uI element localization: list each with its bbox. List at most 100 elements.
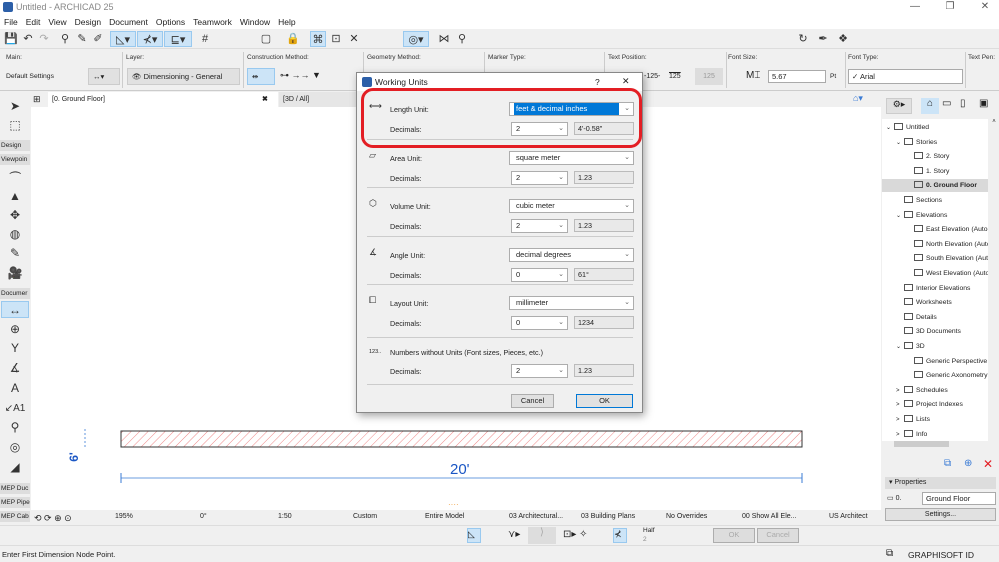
tree-item[interactable]: Sections [882, 194, 988, 207]
label-tool-icon[interactable]: ↙A1 [4, 400, 26, 417]
find-select-icon[interactable]: ⚲ [57, 31, 73, 47]
radial-dimension-icon[interactable]: ⊕ [4, 321, 26, 338]
tree-item[interactable]: Details [882, 311, 988, 324]
tree-item[interactable]: East Elevation (Auto-r [882, 223, 988, 236]
group-design[interactable]: Design [0, 140, 30, 151]
marker-tool-icon[interactable]: ⚲ [4, 419, 26, 436]
properties-header[interactable]: ▾ Properties [885, 477, 996, 489]
cancel-button[interactable]: Cancel [511, 394, 554, 408]
structure-display[interactable]: Custom [353, 513, 377, 520]
pen-icon[interactable]: ✒ [815, 31, 831, 47]
group-mep-pipe[interactable]: MEP Pipe [0, 497, 30, 508]
detail-tool-icon[interactable]: ✎ [4, 245, 26, 262]
menu-document[interactable]: Document [109, 17, 148, 27]
wall-element[interactable] [120, 430, 803, 448]
pick-up-icon[interactable]: ✎ [74, 31, 90, 47]
dialog-close-button[interactable]: ✕ [622, 76, 630, 87]
dimension-tool-icon[interactable]: ⊡ [328, 31, 344, 47]
tree-item[interactable]: 1. Story [882, 165, 988, 178]
side-dimension-text[interactable]: 6' [67, 452, 81, 462]
tree-item[interactable]: ⌄ Elevations [882, 209, 988, 222]
view-map-icon[interactable]: ⌂▾ [853, 93, 863, 104]
numbers-decimals-select[interactable]: 2 ⌄ [511, 364, 568, 378]
chevron-right-icon[interactable]: > [896, 399, 904, 411]
volume-decimals-select[interactable]: 2 ⌄ [511, 219, 568, 233]
undo-icon[interactable]: ↶ [20, 31, 36, 47]
tree-item[interactable]: > Lists [882, 413, 988, 426]
angle-decimals-select[interactable]: 0 ⌄ [511, 267, 568, 282]
snap-guides-icon[interactable]: ⊀▾ [137, 31, 163, 47]
delete-icon[interactable]: ✕ [983, 457, 993, 471]
model-view[interactable]: Entire Model [425, 513, 464, 520]
layout-decimals-select[interactable]: 0 ⌄ [511, 316, 568, 330]
tree-scrollbar[interactable]: ˄ [989, 119, 999, 441]
new-view-icon[interactable]: ⊕ [964, 458, 972, 469]
tree-item[interactable]: South Elevation (Auto [882, 252, 988, 265]
rotation-value[interactable]: 0° [200, 513, 207, 520]
help-button[interactable]: ? [595, 77, 600, 87]
group-document[interactable]: Documer [0, 288, 30, 299]
chevron-down-icon[interactable]: ⌄ [896, 137, 904, 149]
trace-icon[interactable]: ⌘ [310, 31, 326, 47]
clone-folder-icon[interactable]: ⧉ [944, 458, 951, 469]
menu-window[interactable]: Window [240, 17, 270, 27]
guide-lines-icon[interactable]: ◺▾ [110, 31, 136, 47]
view-map-tab-icon[interactable]: ▭ [942, 98, 951, 109]
magic-icon[interactable]: ❖ [835, 31, 851, 47]
elevation-tool-icon[interactable]: ▲ [4, 188, 26, 205]
special-snap-icon[interactable]: ⊀ [613, 528, 627, 543]
dimension-text[interactable]: 20' [450, 461, 470, 478]
tree-item[interactable]: ⌄ Stories [882, 136, 988, 149]
curve-snap-icon[interactable]: ⟩ [528, 527, 556, 544]
group-viewpoint[interactable]: Viewpoin [0, 154, 30, 165]
lock-icon[interactable]: 🔒 [285, 31, 301, 47]
chevron-right-icon[interactable]: > [896, 414, 904, 426]
angle-dimension-icon[interactable]: ∡ [4, 360, 26, 377]
tree-item[interactable]: Generic Axonometry [882, 369, 988, 382]
chevron-down-icon[interactable]: ⌄ [896, 341, 904, 353]
interior-elevation-icon[interactable]: ✥ [4, 207, 26, 224]
3d-view-icon[interactable]: ◎▾ [403, 31, 429, 47]
dimension-tool-icon[interactable]: ↔ [1, 301, 29, 318]
text-position-on-line[interactable]: -125- [644, 73, 660, 80]
layout-unit-select[interactable]: millimeter ⌄ [509, 296, 634, 310]
ok-button[interactable]: OK [576, 394, 633, 408]
chevron-right-icon[interactable]: > [896, 385, 904, 397]
menu-view[interactable]: View [48, 17, 66, 27]
gravity-icon[interactable]: ⊑▾ [164, 31, 192, 47]
model-view-options[interactable]: 03 Building Plans [581, 513, 635, 520]
zoom-controls[interactable]: ⟲ ⟳ ⊕ ⊙ [34, 513, 72, 524]
arrow-tool-icon[interactable]: ➤ [4, 98, 26, 115]
chevron-down-icon[interactable]: ⌄ [896, 210, 904, 222]
tree-item[interactable]: 2. Story [882, 150, 988, 163]
tree-item[interactable]: 0. Ground Floor [882, 179, 988, 193]
settings-button[interactable]: Settings... [885, 508, 996, 521]
text-position-below[interactable]: 125 [669, 73, 681, 80]
group-mep-cable[interactable]: MEP Cab [0, 511, 30, 522]
tree-item[interactable]: Interior Elevations [882, 282, 988, 295]
window-icon[interactable]: ⧉ [886, 548, 893, 559]
level-dimension-icon[interactable]: Y [4, 340, 26, 357]
tree-item[interactable]: ⌄ Untitled [882, 121, 988, 134]
minimize-button[interactable]: — [905, 1, 925, 12]
menu-file[interactable]: File [4, 17, 18, 27]
story-name-input[interactable]: Ground Floor [922, 492, 996, 505]
angle-unit-select[interactable]: decimal degrees ⌄ [509, 247, 634, 262]
tree-item[interactable]: > Info [882, 428, 988, 441]
guide-line-icon[interactable]: ◺ [467, 528, 481, 543]
menu-teamwork[interactable]: Teamwork [193, 17, 232, 27]
hatch-tool-icon[interactable]: ◢ [4, 459, 26, 476]
menu-design[interactable]: Design [75, 17, 101, 27]
graphisoft-id[interactable]: GRAPHISOFT ID [908, 550, 974, 560]
font-size-input[interactable]: 5.67 [768, 70, 826, 83]
graphic-override[interactable]: No Overrides [666, 513, 707, 520]
layout-book-icon[interactable]: ▯ [960, 98, 966, 109]
publisher-icon[interactable]: ▣ [979, 98, 988, 109]
redo-icon[interactable]: ↷ [36, 31, 52, 47]
volume-unit-select[interactable]: cubic meter ⌄ [509, 199, 634, 213]
menu-edit[interactable]: Edit [26, 17, 41, 27]
control-cancel-button[interactable]: Cancel [757, 528, 799, 543]
font-type-select[interactable]: ✓ Arial [848, 69, 963, 84]
layer-selector[interactable]: 👁 Dimensioning - General [127, 68, 240, 85]
area-decimals-select[interactable]: 2 ⌄ [511, 170, 568, 185]
